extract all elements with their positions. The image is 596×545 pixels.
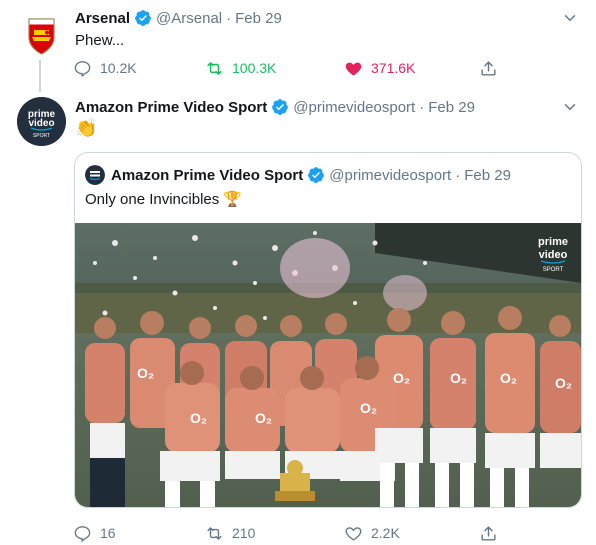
retweet-icon xyxy=(207,526,222,540)
quoted-tweet-date: Feb 29 xyxy=(464,166,511,184)
share-button[interactable] xyxy=(479,522,506,544)
arsenal-avatar[interactable] xyxy=(17,10,66,59)
prime-video-sport-avatar[interactable]: prime video SPORT xyxy=(17,97,66,146)
svg-text:O₂: O₂ xyxy=(255,410,272,426)
svg-text:O₂: O₂ xyxy=(555,375,572,391)
tweet-actions: 10.2K 100.3K 371.6K xyxy=(73,57,503,79)
retweet-button[interactable]: 100.3K xyxy=(205,57,276,79)
author-handle[interactable]: @primevideosport xyxy=(293,99,415,116)
share-icon xyxy=(481,60,496,76)
reply-icon xyxy=(74,60,91,77)
tweet-header: Arsenal @Arsenal · Feb 29 xyxy=(75,8,282,28)
share-icon xyxy=(481,525,496,541)
team-celebration-photo[interactable]: O₂ O₂ O₂ O₂ O₂ O₂ O₂ O₂ prime video SPORT xyxy=(75,223,581,507)
avatar-line-video: video xyxy=(28,118,54,129)
heart-filled-icon xyxy=(345,62,362,76)
thread-connector-line xyxy=(39,60,41,92)
like-button[interactable]: 2.2K xyxy=(344,522,400,544)
quoted-tweet-card[interactable]: Amazon Prime Video Sport @primevideospor… xyxy=(74,152,582,508)
avatar-line-sport: SPORT xyxy=(33,133,50,139)
reply-button[interactable]: 16 xyxy=(73,522,116,544)
like-count: 371.6K xyxy=(371,60,416,76)
heart-outline-icon xyxy=(345,526,362,541)
separator-dot: · xyxy=(455,166,461,184)
separator-dot: · xyxy=(226,9,232,27)
watermark-line-sport: SPORT xyxy=(543,267,564,273)
tweet-text: Phew... xyxy=(75,32,125,49)
chevron-down-icon[interactable] xyxy=(561,9,579,27)
retweet-icon xyxy=(207,61,222,75)
verified-badge-icon xyxy=(272,99,289,115)
svg-text:O₂: O₂ xyxy=(137,365,154,381)
tweet-actions: 16 210 2.2K xyxy=(73,522,503,544)
author-name[interactable]: Amazon Prime Video Sport xyxy=(75,99,267,116)
tweet-header: Amazon Prime Video Sport @primevideospor… xyxy=(75,97,475,117)
watermark-line-video: video xyxy=(539,249,568,261)
verified-badge-icon xyxy=(135,10,151,26)
quoted-author-handle: @primevideosport xyxy=(329,166,452,184)
invincibles-photo-image: O₂ O₂ O₂ O₂ O₂ O₂ O₂ O₂ prime video SPORT xyxy=(75,223,581,507)
author-name[interactable]: Arsenal xyxy=(75,10,130,27)
svg-text:O₂: O₂ xyxy=(360,400,377,416)
retweet-count: 210 xyxy=(232,525,256,541)
arsenal-crest-icon xyxy=(17,10,66,59)
quoted-author-avatar xyxy=(85,165,105,185)
like-count: 2.2K xyxy=(371,525,400,541)
reply-count: 10.2K xyxy=(100,60,137,76)
tweet-arsenal[interactable]: Arsenal @Arsenal · Feb 29 Phew... 10.2K … xyxy=(0,0,596,92)
share-button[interactable] xyxy=(479,57,506,79)
watermark-line-prime: prime xyxy=(538,236,568,248)
svg-text:O₂: O₂ xyxy=(393,370,410,386)
tweet-date[interactable]: Feb 29 xyxy=(235,10,282,27)
author-handle[interactable]: @Arsenal xyxy=(156,10,222,27)
svg-text:O₂: O₂ xyxy=(500,370,517,386)
svg-text:O₂: O₂ xyxy=(190,410,207,426)
quoted-tweet-text: Only one Invincibles 🏆 xyxy=(85,191,243,208)
verified-badge-icon xyxy=(308,167,325,183)
prime-video-logo-icon xyxy=(85,165,105,185)
reply-count: 16 xyxy=(100,525,116,541)
svg-text:O₂: O₂ xyxy=(450,370,467,386)
tweet-primevideosport[interactable]: prime video SPORT Amazon Prime Video Spo… xyxy=(0,92,596,545)
separator-dot: · xyxy=(419,98,425,116)
quoted-tweet-header: Amazon Prime Video Sport @primevideospor… xyxy=(85,165,511,185)
tweet-date[interactable]: Feb 29 xyxy=(428,99,475,116)
retweet-button[interactable]: 210 xyxy=(205,522,255,544)
quoted-author-name: Amazon Prime Video Sport xyxy=(111,166,304,184)
chevron-down-icon[interactable] xyxy=(561,98,579,116)
tweet-text: 👏 xyxy=(75,118,98,138)
retweet-count: 100.3K xyxy=(232,60,277,76)
reply-icon xyxy=(74,525,91,542)
prime-video-logo-icon: prime video SPORT xyxy=(17,97,66,146)
reply-button[interactable]: 10.2K xyxy=(73,57,137,79)
like-button[interactable]: 371.6K xyxy=(344,57,415,79)
